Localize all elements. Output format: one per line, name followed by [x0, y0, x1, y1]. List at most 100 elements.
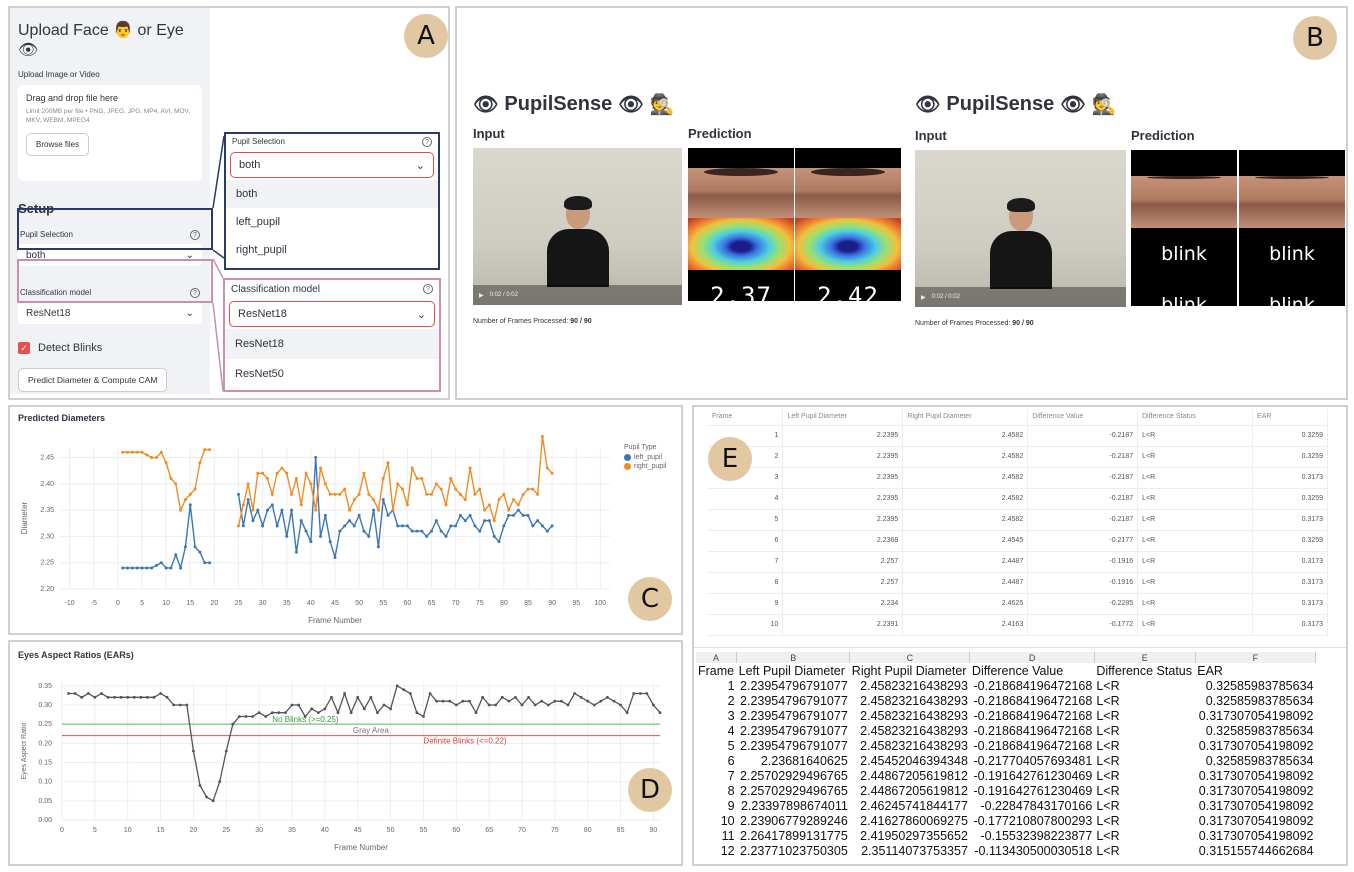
- table-cell[interactable]: 0.317307054198092: [1195, 738, 1315, 753]
- table-cell[interactable]: 2.23954796791077: [737, 708, 850, 723]
- table-cell[interactable]: 3: [696, 708, 737, 723]
- table-cell[interactable]: L<R: [1094, 843, 1195, 858]
- option-right-pupil[interactable]: right_pupil: [226, 236, 438, 264]
- table-cell[interactable]: -0.22847843170166: [970, 798, 1094, 813]
- table-cell[interactable]: L<R: [1094, 738, 1195, 753]
- table-cell[interactable]: L<R: [1094, 768, 1195, 783]
- table-cell[interactable]: 2.45823216438293: [850, 723, 970, 738]
- header-cell[interactable]: Right Pupil Diameter: [850, 663, 970, 678]
- table-cell[interactable]: 2.25702929496765: [737, 783, 850, 798]
- table-cell[interactable]: 2.23771023750305: [737, 843, 850, 858]
- table-cell[interactable]: 2.23954796791077: [737, 693, 850, 708]
- table-cell[interactable]: 2.41627860069275: [850, 813, 970, 828]
- table-cell[interactable]: 2.41950297355652: [850, 828, 970, 843]
- table-cell[interactable]: -0.191642761230469: [970, 783, 1094, 798]
- table-cell[interactable]: 2.25702929496765: [737, 768, 850, 783]
- table-cell[interactable]: 12: [696, 843, 737, 858]
- header-cell[interactable]: Frame: [696, 663, 737, 678]
- table-cell[interactable]: 2: [696, 693, 737, 708]
- table-cell[interactable]: 7: [696, 768, 737, 783]
- table-cell[interactable]: -0.217704057693481: [970, 753, 1094, 768]
- table-cell[interactable]: 0.32585983785634: [1195, 753, 1315, 768]
- table-cell[interactable]: -0.218684196472168: [970, 738, 1094, 753]
- table-cell[interactable]: L<R: [1094, 708, 1195, 723]
- video-controls[interactable]: ▶ 0:02 / 0:02: [473, 285, 682, 305]
- option-left-pupil[interactable]: left_pupil: [226, 208, 438, 236]
- table-cell[interactable]: 2.45823216438293: [850, 693, 970, 708]
- table-cell[interactable]: 2.23906779289246: [737, 813, 850, 828]
- table-cell[interactable]: 0.317307054198092: [1195, 768, 1315, 783]
- table-cell[interactable]: 2.44867205619812: [850, 768, 970, 783]
- table-cell[interactable]: L<R: [1094, 723, 1195, 738]
- table-cell[interactable]: -0.218684196472168: [970, 693, 1094, 708]
- table-cell[interactable]: L<R: [1094, 783, 1195, 798]
- column-letter[interactable]: F: [1195, 652, 1317, 663]
- table-cell[interactable]: 2.23397898674011: [737, 798, 850, 813]
- table-cell[interactable]: L<R: [1094, 678, 1195, 693]
- table-cell[interactable]: 4: [696, 723, 737, 738]
- table-cell[interactable]: 0.317307054198092: [1195, 783, 1315, 798]
- table-cell[interactable]: L<R: [1094, 753, 1195, 768]
- column-header[interactable]: Frame: [708, 409, 784, 426]
- video-controls[interactable]: ▶ 0:02 / 0:02: [915, 287, 1126, 307]
- table-cell[interactable]: 0.32585983785634: [1195, 693, 1315, 708]
- table-cell[interactable]: 11: [696, 828, 737, 843]
- table-cell[interactable]: -0.218684196472168: [970, 708, 1094, 723]
- table-cell[interactable]: 0.315155744662684: [1195, 843, 1315, 858]
- table-cell[interactable]: 2.26417899131775: [737, 828, 850, 843]
- table-cell[interactable]: -0.15532398223877: [970, 828, 1094, 843]
- table-cell[interactable]: 2.23681640625: [737, 753, 850, 768]
- header-cell[interactable]: EAR: [1195, 663, 1315, 678]
- column-letter[interactable]: A: [696, 652, 738, 663]
- help-icon[interactable]: ?: [422, 137, 432, 147]
- column-header[interactable]: Difference Value: [1027, 409, 1139, 426]
- table-cell[interactable]: L<R: [1094, 798, 1195, 813]
- table-cell[interactable]: 2.46245741844177: [850, 798, 970, 813]
- table-cell[interactable]: 2.45823216438293: [850, 738, 970, 753]
- column-header[interactable]: Right Pupil Diameter: [902, 409, 1029, 426]
- table-cell[interactable]: 10: [696, 813, 737, 828]
- table-cell[interactable]: L<R: [1094, 828, 1195, 843]
- table-cell[interactable]: L<R: [1094, 813, 1195, 828]
- table-cell[interactable]: 0.317307054198092: [1195, 798, 1315, 813]
- input-video[interactable]: ▶ 0:02 / 0:02: [473, 148, 682, 305]
- play-icon[interactable]: ▶: [479, 292, 484, 299]
- column-header[interactable]: Difference Status: [1137, 409, 1254, 426]
- option-resnet18[interactable]: ResNet18: [225, 329, 439, 359]
- table-cell[interactable]: 0.317307054198092: [1195, 813, 1315, 828]
- table-cell[interactable]: -0.191642761230469: [970, 768, 1094, 783]
- table-cell[interactable]: 0.317307054198092: [1195, 828, 1315, 843]
- table-cell[interactable]: 8: [696, 783, 737, 798]
- option-both[interactable]: both: [226, 180, 438, 208]
- table-cell[interactable]: -0.218684196472168: [970, 723, 1094, 738]
- table-cell[interactable]: -0.218684196472168: [970, 678, 1094, 693]
- table-cell[interactable]: 2.45823216438293: [850, 678, 970, 693]
- table-cell[interactable]: L<R: [1094, 693, 1195, 708]
- model-dropdown-input[interactable]: ResNet18 ⌄: [229, 301, 435, 327]
- header-cell[interactable]: Left Pupil Diameter: [737, 663, 850, 678]
- table-cell[interactable]: 2.23954796791077: [737, 678, 850, 693]
- column-letter[interactable]: E: [1094, 652, 1196, 663]
- header-cell[interactable]: Difference Value: [970, 663, 1094, 678]
- column-letter[interactable]: C: [849, 652, 971, 663]
- option-resnet50[interactable]: ResNet50: [225, 359, 439, 389]
- column-header[interactable]: Left Pupil Diameter: [782, 409, 904, 426]
- table-cell[interactable]: 2.23954796791077: [737, 723, 850, 738]
- table-cell[interactable]: 9: [696, 798, 737, 813]
- table-cell[interactable]: 1: [696, 678, 737, 693]
- table-cell[interactable]: 0.32585983785634: [1195, 723, 1315, 738]
- table-cell[interactable]: 2.45452046394348: [850, 753, 970, 768]
- column-header[interactable]: EAR: [1252, 409, 1328, 426]
- pupil-dropdown-input[interactable]: both ⌄: [230, 152, 434, 178]
- table-cell[interactable]: -0.113430500030518: [970, 843, 1094, 858]
- help-icon[interactable]: ?: [423, 284, 433, 294]
- input-video[interactable]: ▶ 0:02 / 0:02: [915, 150, 1126, 307]
- table-cell[interactable]: 2.44867205619812: [850, 783, 970, 798]
- header-cell[interactable]: Difference Status: [1094, 663, 1195, 678]
- table-cell[interactable]: 2.45823216438293: [850, 708, 970, 723]
- table-cell[interactable]: 5: [696, 738, 737, 753]
- table-cell[interactable]: 0.32585983785634: [1195, 678, 1315, 693]
- table-cell[interactable]: -0.177210807800293: [970, 813, 1094, 828]
- table-cell[interactable]: 0.317307054198092: [1195, 708, 1315, 723]
- play-icon[interactable]: ▶: [921, 294, 926, 301]
